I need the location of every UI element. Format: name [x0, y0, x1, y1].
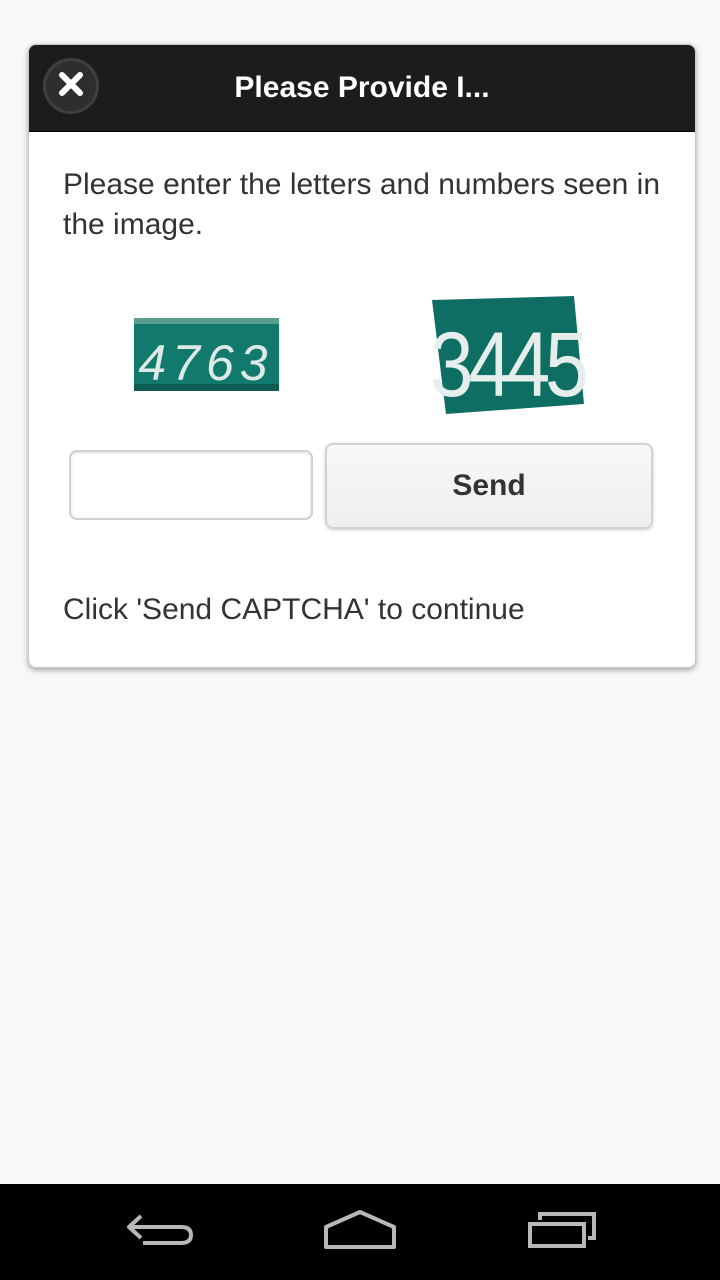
- back-button[interactable]: [115, 1202, 205, 1262]
- captcha-image-2: 3445: [432, 296, 591, 414]
- close-icon: [55, 68, 87, 105]
- close-button[interactable]: [43, 58, 99, 114]
- captcha-dialog: Please Provide I... Please enter the let…: [28, 44, 696, 668]
- screen: Please Provide I... Please enter the let…: [0, 0, 720, 1280]
- captcha-text-1: 4763: [138, 335, 273, 391]
- captcha-image-1: 4763: [134, 318, 279, 391]
- send-button[interactable]: Send: [325, 443, 653, 529]
- home-button[interactable]: [315, 1202, 405, 1262]
- captcha-input[interactable]: [69, 450, 313, 520]
- recent-apps-button[interactable]: [517, 1202, 607, 1262]
- instruction-text: Please enter the letters and numbers see…: [63, 168, 661, 241]
- captcha-text-2: 3445: [432, 314, 585, 414]
- home-icon: [322, 1209, 398, 1256]
- dialog-title: Please Provide I...: [234, 71, 490, 104]
- recent-apps-icon: [526, 1210, 598, 1255]
- back-icon: [125, 1210, 195, 1255]
- status-text: Click 'Send CAPTCHA' to continue: [63, 593, 525, 626]
- dialog-header: Please Provide I...: [29, 45, 695, 132]
- system-navbar: [0, 1184, 720, 1280]
